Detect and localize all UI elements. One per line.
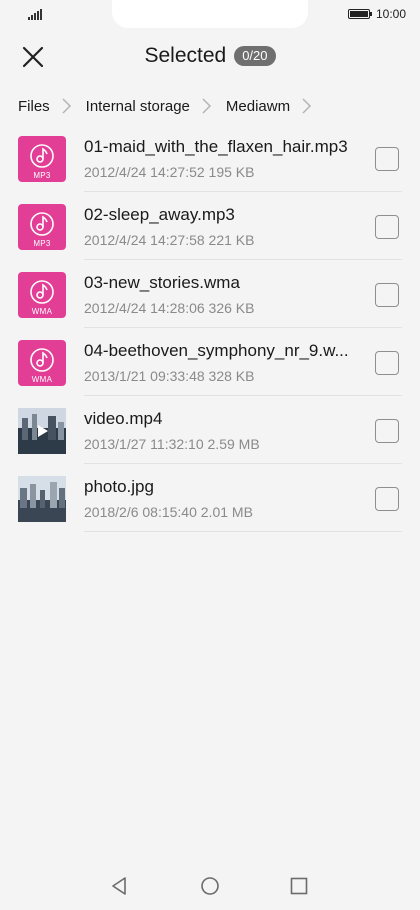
breadcrumb-internal-storage[interactable]: Internal storage bbox=[86, 98, 190, 115]
chevron-right-icon bbox=[62, 98, 71, 114]
breadcrumb-files[interactable]: Files bbox=[18, 98, 50, 115]
file-list: MP3 01-maid_with_the_flaxen_hair.mp3 201… bbox=[0, 124, 420, 532]
home-circle-icon[interactable] bbox=[200, 876, 220, 896]
file-format-label: MP3 bbox=[33, 171, 51, 180]
select-checkbox[interactable] bbox=[375, 487, 399, 511]
select-checkbox[interactable] bbox=[375, 351, 399, 375]
audio-file-icon: MP3 bbox=[18, 204, 66, 250]
file-row[interactable]: video.mp4 2013/1/27 11:32:10 2.59 MB bbox=[0, 396, 420, 464]
image-thumbnail bbox=[18, 476, 66, 522]
breadcrumb: Files Internal storage Mediawm bbox=[18, 94, 326, 118]
file-row[interactable]: WMA 04-beethoven_symphony_nr_9.w... 2013… bbox=[0, 328, 420, 396]
file-name: 04-beethoven_symphony_nr_9.w... bbox=[84, 341, 349, 360]
breadcrumb-mediawm[interactable]: Mediawm bbox=[226, 98, 290, 115]
file-row[interactable]: WMA 03-new_stories.wma 2012/4/24 14:28:0… bbox=[0, 260, 420, 328]
select-checkbox[interactable] bbox=[375, 419, 399, 443]
file-name: 03-new_stories.wma bbox=[84, 273, 240, 292]
file-name: video.mp4 bbox=[84, 409, 163, 428]
back-triangle-icon[interactable] bbox=[110, 876, 130, 896]
chevron-right-icon bbox=[302, 98, 312, 114]
audio-file-icon: WMA bbox=[18, 340, 66, 386]
system-nav-bar bbox=[0, 862, 420, 910]
display-notch bbox=[112, 0, 308, 28]
file-format-label: MP3 bbox=[33, 239, 51, 248]
file-format-label: WMA bbox=[31, 375, 53, 384]
select-checkbox[interactable] bbox=[375, 215, 399, 239]
audio-file-icon: MP3 bbox=[18, 136, 66, 182]
file-name: 02-sleep_away.mp3 bbox=[84, 205, 235, 224]
divider bbox=[84, 531, 402, 532]
file-meta: 2012/4/24 14:28:06 326 KB bbox=[84, 300, 255, 316]
status-time: 10:00 bbox=[375, 7, 406, 21]
selection-header: Selected 0/20 bbox=[0, 30, 420, 86]
video-thumbnail bbox=[18, 408, 66, 454]
status-bar: 10:00 bbox=[0, 0, 420, 30]
file-row[interactable]: MP3 01-maid_with_the_flaxen_hair.mp3 201… bbox=[0, 124, 420, 192]
select-checkbox[interactable] bbox=[375, 283, 399, 307]
select-checkbox[interactable] bbox=[375, 147, 399, 171]
signal-icon bbox=[28, 9, 42, 20]
chevron-right-icon bbox=[202, 98, 211, 114]
battery-icon bbox=[347, 9, 372, 19]
file-row[interactable]: photo.jpg 2018/2/6 08:15:40 2.01 MB bbox=[0, 464, 420, 532]
file-meta: 2012/4/24 14:27:52 195 KB bbox=[84, 164, 255, 180]
file-meta: 2013/1/27 11:32:10 2.59 MB bbox=[84, 436, 260, 452]
file-meta: 2018/2/6 08:15:40 2.01 MB bbox=[84, 504, 253, 520]
file-name: photo.jpg bbox=[84, 477, 154, 496]
selection-count-badge: 0/20 bbox=[234, 46, 276, 66]
audio-file-icon: WMA bbox=[18, 272, 66, 318]
file-meta: 2012/4/24 14:27:58 221 KB bbox=[84, 232, 255, 248]
file-name: 01-maid_with_the_flaxen_hair.mp3 bbox=[84, 137, 348, 156]
recents-square-icon[interactable] bbox=[289, 876, 309, 896]
page-title: Selected bbox=[144, 44, 227, 67]
file-meta: 2013/1/21 09:33:48 328 KB bbox=[84, 368, 255, 384]
file-row[interactable]: MP3 02-sleep_away.mp3 2012/4/24 14:27:58… bbox=[0, 192, 420, 260]
file-format-label: WMA bbox=[31, 307, 53, 316]
